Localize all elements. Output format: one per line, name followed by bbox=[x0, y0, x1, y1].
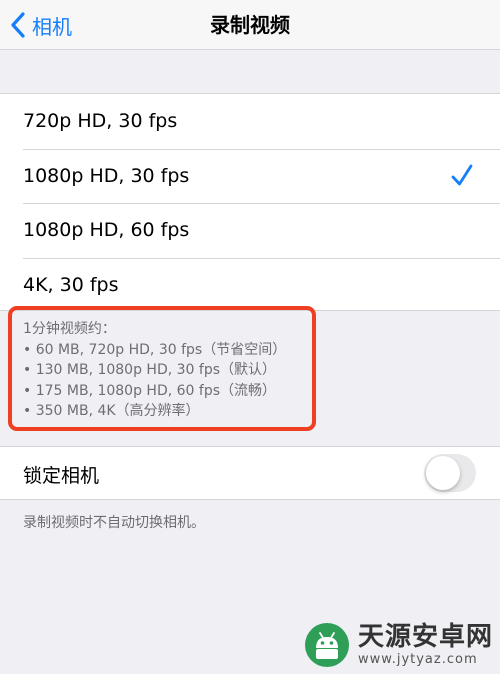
resolution-option-4k-30[interactable]: 4K, 30 fps bbox=[0, 257, 500, 313]
toggle-knob bbox=[426, 456, 460, 490]
resolution-option-label: 1080p HD, 30 fps bbox=[23, 164, 190, 187]
resolution-option-label: 4K, 30 fps bbox=[23, 273, 119, 296]
resolution-option-label: 1080p HD, 60 fps bbox=[23, 219, 190, 242]
lock-camera-description: 录制视频时不自动切换相机。 bbox=[23, 515, 205, 531]
lock-camera-group: 锁定相机 bbox=[0, 446, 500, 500]
highlight-annotation-box bbox=[8, 306, 316, 431]
lock-camera-label: 锁定相机 bbox=[23, 464, 100, 487]
checkmark-icon bbox=[451, 164, 473, 185]
resolution-option-720p-30[interactable]: 720p HD, 30 fps bbox=[0, 94, 500, 149]
watermark-name: 天源安卓网 bbox=[358, 622, 494, 652]
watermark-url: www.jytyaz.com bbox=[358, 652, 478, 667]
page-title: 录制视频 bbox=[210, 13, 290, 37]
resolution-option-1080p-60[interactable]: 1080p HD, 60 fps bbox=[0, 203, 500, 258]
resolution-option-1080p-30[interactable]: 1080p HD, 30 fps bbox=[0, 148, 500, 204]
watermark-text: 天源安卓网 www.jytyaz.com bbox=[358, 622, 493, 668]
lock-camera-toggle[interactable] bbox=[424, 454, 476, 492]
site-watermark: 天源安卓网 www.jytyaz.com bbox=[304, 620, 493, 670]
resolution-option-label: 720p HD, 30 fps bbox=[23, 110, 178, 133]
resolution-list: 720p HD, 30 fps 1080p HD, 30 fps 1080p H… bbox=[0, 93, 500, 311]
lock-camera-row: 锁定相机 bbox=[0, 447, 500, 502]
navigation-bar: 相机 录制视频 bbox=[0, 0, 500, 50]
android-logo-icon bbox=[305, 623, 349, 667]
